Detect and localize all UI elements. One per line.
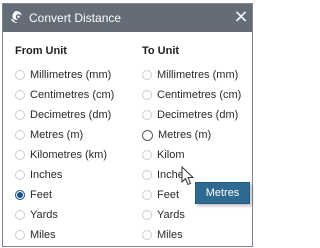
radio-button[interactable] <box>15 230 25 240</box>
from-option-kilometres[interactable]: Kilometres (km) <box>15 147 107 163</box>
radio-button-hovered[interactable] <box>142 129 153 141</box>
to-option-centimetres[interactable]: Centimetres (cm) <box>142 87 241 103</box>
to-option-millimetres[interactable]: Millimetres (mm) <box>142 67 238 83</box>
from-option-inches[interactable]: Inches <box>15 167 62 183</box>
radio-button-selected[interactable] <box>15 190 25 200</box>
radio-button[interactable] <box>15 70 25 80</box>
radio-button[interactable] <box>15 150 25 160</box>
to-option-kilometres[interactable]: Kilom <box>142 147 185 163</box>
radio-button[interactable] <box>142 210 152 220</box>
option-label: Millimetres (mm) <box>157 69 239 81</box>
from-option-metres[interactable]: Metres (m) <box>15 127 83 143</box>
option-label: Decimetres (dm) <box>30 109 112 121</box>
from-option-feet[interactable]: Feet <box>15 187 52 203</box>
to-unit-heading: To Unit <box>142 45 180 57</box>
from-option-centimetres[interactable]: Centimetres (cm) <box>15 87 114 103</box>
option-label: Kilom <box>157 149 185 161</box>
option-label: Decimetres (dm) <box>157 109 239 121</box>
radio-button[interactable] <box>15 170 25 180</box>
radio-button[interactable] <box>15 90 25 100</box>
radio-button[interactable] <box>15 110 25 120</box>
radio-button[interactable] <box>142 150 152 160</box>
option-label: Metres (m) <box>158 129 212 141</box>
option-label: Metres (m) <box>30 129 84 141</box>
option-label: Centimetres (cm) <box>30 89 115 101</box>
to-option-yards[interactable]: Yards <box>142 207 185 223</box>
from-option-yards[interactable]: Yards <box>15 207 58 223</box>
swirl-app-icon <box>9 10 23 24</box>
from-option-miles[interactable]: Miles <box>15 227 56 243</box>
option-label: Feet <box>30 189 53 201</box>
option-label: Millimetres (mm) <box>30 69 112 81</box>
radio-button[interactable] <box>142 190 152 200</box>
radio-button[interactable] <box>142 170 152 180</box>
title-bar[interactable]: Convert Distance × <box>3 4 252 32</box>
dialog-body: From Unit To Unit Millimetres (mm) Centi… <box>3 32 252 246</box>
to-option-metres[interactable]: Metres (m) <box>142 127 211 143</box>
to-option-feet[interactable]: Feet <box>142 187 179 203</box>
mouse-pointer-icon <box>181 165 197 188</box>
radio-button[interactable] <box>142 230 152 240</box>
radio-button[interactable] <box>142 90 152 100</box>
convert-distance-dialog: Convert Distance × From Unit To Unit Mil… <box>2 3 253 247</box>
to-option-miles[interactable]: Miles <box>142 227 183 243</box>
radio-button[interactable] <box>15 210 25 220</box>
from-option-decimetres[interactable]: Decimetres (dm) <box>15 107 111 123</box>
to-option-decimetres[interactable]: Decimetres (dm) <box>142 107 238 123</box>
radio-button[interactable] <box>15 130 25 140</box>
from-unit-heading: From Unit <box>15 45 67 57</box>
option-label: Yards <box>30 209 58 221</box>
option-label: Miles <box>30 229 56 241</box>
radio-button[interactable] <box>142 110 152 120</box>
tooltip: Metres <box>195 182 250 204</box>
option-label: Yards <box>157 209 185 221</box>
from-option-millimetres[interactable]: Millimetres (mm) <box>15 67 111 83</box>
option-label: Centimetres (cm) <box>157 89 242 101</box>
option-label: Kilometres (km) <box>30 149 108 161</box>
option-label: Inches <box>30 169 63 181</box>
close-icon[interactable]: × <box>232 7 250 27</box>
dialog-title: Convert Distance <box>29 11 122 25</box>
radio-button[interactable] <box>142 70 152 80</box>
option-label: Miles <box>157 229 183 241</box>
option-label: Feet <box>157 189 180 201</box>
